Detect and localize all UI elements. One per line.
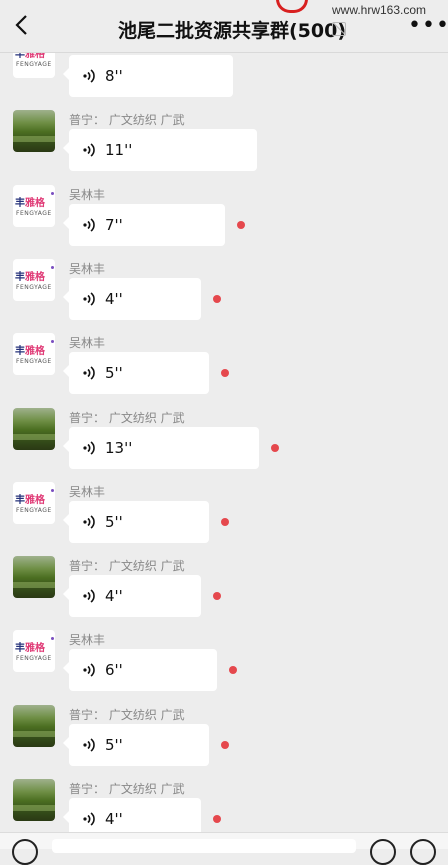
voice-wave-icon bbox=[83, 663, 95, 678]
chat-title: 池尾二批资源共享群(500) bbox=[118, 20, 347, 42]
voice-wave-icon bbox=[83, 738, 95, 752]
avatar-photo[interactable] bbox=[13, 779, 55, 821]
voice-wave-icon bbox=[83, 515, 95, 529]
unread-dot bbox=[213, 294, 221, 303]
avatar-logo-subtext: FENGYAGE bbox=[16, 506, 52, 514]
unread-dot bbox=[221, 517, 229, 526]
sender-name: 吴林丰 bbox=[69, 336, 106, 351]
sender-name: 吴林丰 bbox=[69, 484, 106, 499]
voice-duration: 4'' bbox=[105, 587, 123, 606]
voice-duration: 11'' bbox=[105, 141, 133, 160]
sender-name: 吴林丰 bbox=[69, 187, 106, 202]
voice-duration: 6'' bbox=[105, 661, 123, 680]
avatar-photo[interactable] bbox=[13, 556, 55, 599]
voice-duration: 7'' bbox=[105, 215, 123, 234]
voice-message-bubble[interactable]: 4'' bbox=[63, 277, 201, 320]
avatar-logo-text: 丰雅格 bbox=[15, 643, 45, 655]
bell-off-icon bbox=[332, 22, 346, 36]
voice-message-bubble[interactable]: 11'' bbox=[63, 129, 257, 172]
sender-name: 普宁： 广文纺织 广武 bbox=[69, 782, 185, 796]
voice-wave-icon bbox=[83, 366, 95, 380]
avatar-photo[interactable] bbox=[13, 110, 55, 153]
voice-duration: 13'' bbox=[105, 438, 133, 457]
sender-name: 普宁： 广文纺织 广武 bbox=[69, 559, 185, 574]
voice-wave-icon bbox=[83, 440, 95, 455]
watermark-logo bbox=[276, 0, 308, 13]
voice-duration: 5'' bbox=[105, 512, 123, 531]
unread-dot bbox=[271, 443, 279, 452]
avatar-logo-text: 丰雅格 bbox=[15, 271, 45, 283]
voice-message-bubble[interactable]: 7'' bbox=[63, 203, 225, 246]
voice-duration: 5'' bbox=[105, 735, 123, 754]
avatar-logo-subtext: FENGYAGE bbox=[16, 655, 52, 663]
unread-dot bbox=[237, 220, 245, 229]
voice-duration: 5'' bbox=[105, 364, 123, 383]
chat-header: 池尾二批资源共享群(500) www.hrw163.com ••• bbox=[0, 0, 448, 53]
back-button[interactable] bbox=[14, 14, 34, 36]
avatar-logo-text: 丰雅格 bbox=[15, 52, 45, 60]
unread-dot bbox=[221, 369, 229, 378]
avatar-logo[interactable]: 丰雅格 FENGYAGE bbox=[13, 630, 55, 673]
avatar-logo[interactable]: 丰雅格 FENGYAGE bbox=[13, 481, 55, 524]
sender-name: 普宁： 广文纺织 广武 bbox=[69, 410, 185, 425]
avatar-logo-dot bbox=[51, 191, 54, 195]
voice-message-bubble[interactable]: 4'' bbox=[63, 575, 201, 618]
avatar-logo-subtext: FENGYAGE bbox=[16, 283, 52, 291]
avatar-photo[interactable] bbox=[13, 407, 55, 450]
avatar-logo-text: 丰雅格 bbox=[15, 346, 45, 358]
emoji-icon[interactable] bbox=[370, 839, 396, 865]
avatar-logo-subtext: FENGYAGE bbox=[16, 209, 52, 217]
voice-wave-icon bbox=[83, 292, 95, 306]
avatar-logo-text: 丰雅格 bbox=[15, 197, 45, 209]
avatar-logo-subtext: FENGYAGE bbox=[16, 61, 52, 68]
message-list[interactable]: 丰雅格 FENGYAGE 8'' 普宁： 广文纺织 广武 11'' 丰雅格 FENGYAGE… bbox=[0, 52, 448, 832]
unread-dot bbox=[229, 666, 237, 675]
avatar-logo-subtext: FENGYAGE bbox=[16, 358, 52, 366]
sender-name: 吴林丰 bbox=[69, 633, 106, 648]
avatar-logo[interactable]: 丰雅格 FENGYAGE bbox=[13, 258, 55, 301]
avatar-logo-dot bbox=[51, 488, 54, 492]
voice-wave-icon bbox=[83, 217, 95, 232]
voice-duration: 4'' bbox=[105, 289, 123, 308]
message-input[interactable] bbox=[52, 839, 356, 853]
plus-icon[interactable] bbox=[410, 839, 436, 865]
avatar-logo[interactable]: 丰雅格 FENGYAGE bbox=[13, 52, 55, 78]
more-dots-icon[interactable]: ••• bbox=[408, 15, 448, 37]
voice-wave-icon bbox=[83, 143, 95, 157]
unread-dot bbox=[213, 592, 221, 601]
avatar-logo[interactable]: 丰雅格 FENGYAGE bbox=[13, 333, 55, 376]
voice-wave-icon bbox=[83, 69, 95, 83]
sender-name: 普宁： 广文纺织 广武 bbox=[69, 113, 185, 128]
chevron-left-icon bbox=[15, 15, 27, 35]
voice-duration: 8'' bbox=[105, 67, 123, 85]
sender-name: 吴林丰 bbox=[69, 261, 106, 276]
voice-message-bubble[interactable]: 8'' bbox=[63, 55, 233, 97]
voice-message-bubble[interactable]: 13'' bbox=[63, 426, 259, 469]
sender-name: 普宁： 广文纺织 广武 bbox=[69, 707, 185, 722]
voice-message-bubble[interactable]: 6'' bbox=[63, 649, 217, 692]
avatar-logo-dot bbox=[51, 637, 54, 641]
voice-wave-icon bbox=[83, 812, 95, 826]
avatar-photo[interactable] bbox=[13, 704, 55, 747]
avatar-logo-dot bbox=[51, 340, 54, 344]
voice-message-bubble[interactable]: 4'' bbox=[63, 798, 201, 832]
unread-dot bbox=[221, 740, 229, 749]
voice-wave-icon bbox=[83, 589, 95, 603]
voice-message-bubble[interactable]: 5'' bbox=[63, 500, 209, 543]
avatar-logo-dot bbox=[51, 265, 54, 269]
unread-dot bbox=[213, 815, 221, 823]
voice-message-bubble[interactable]: 5'' bbox=[63, 723, 209, 766]
voice-duration: 4'' bbox=[105, 810, 123, 828]
avatar-logo[interactable]: 丰雅格 FENGYAGE bbox=[13, 184, 55, 227]
voice-toggle-icon[interactable] bbox=[12, 839, 38, 865]
input-bar bbox=[0, 832, 448, 865]
avatar-logo-text: 丰雅格 bbox=[15, 494, 45, 506]
voice-message-bubble[interactable]: 5'' bbox=[63, 352, 209, 395]
